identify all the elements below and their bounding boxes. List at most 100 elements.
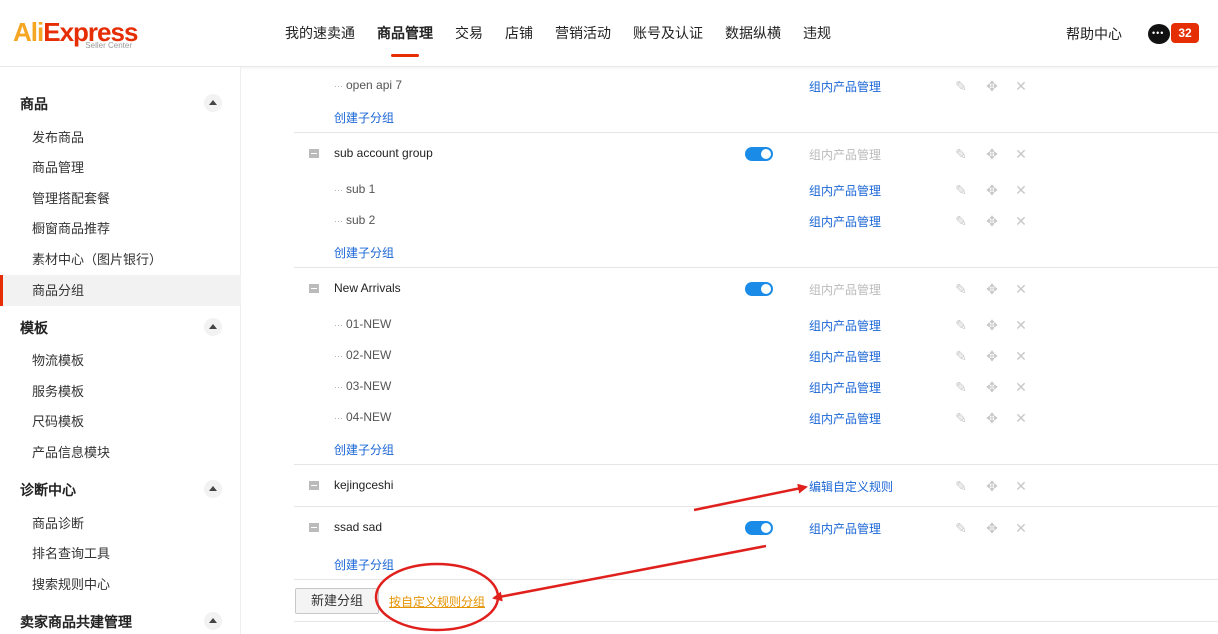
manage-products-link[interactable]: 组内产品管理 [809, 78, 881, 95]
delete-icon[interactable]: ✕ [1013, 213, 1029, 229]
nav-marketing[interactable]: 营销活动 [555, 0, 611, 67]
help-center-link[interactable]: 帮助中心 [1066, 24, 1122, 44]
sidebar-section-products[interactable]: 商品 [20, 94, 48, 114]
edit-icon[interactable]: ✎ [953, 213, 969, 229]
create-subgroup-link[interactable]: 创建子分组 [334, 109, 394, 126]
create-subgroup-link[interactable]: 创建子分组 [334, 556, 394, 573]
subgroup-name: ··· sub 2 [334, 213, 376, 227]
nav-account[interactable]: 账号及认证 [633, 0, 703, 67]
edit-icon[interactable]: ✎ [953, 281, 969, 297]
collapse-icon[interactable] [204, 480, 222, 498]
move-icon[interactable]: ✥ [984, 317, 1000, 333]
sidebar-section-co-building[interactable]: 卖家商品共建管理 [20, 612, 132, 632]
manage-products-link[interactable]: 组内产品管理 [809, 182, 881, 199]
move-icon[interactable]: ✥ [984, 213, 1000, 229]
main-nav: 我的速卖通 商品管理 交易 店铺 营销活动 账号及认证 数据纵横 违规 [274, 0, 842, 67]
manage-products-link[interactable]: 组内产品管理 [809, 410, 881, 427]
move-icon[interactable]: ✥ [984, 78, 1000, 94]
sidebar-section-templates[interactable]: 模板 [20, 318, 48, 338]
subgroup-name: ··· 03-NEW [334, 379, 392, 393]
custom-rule-group-link[interactable]: 按自定义规则分组 [389, 593, 485, 610]
nav-my-aliexpress[interactable]: 我的速卖通 [285, 0, 355, 67]
nav-data[interactable]: 数据纵横 [725, 0, 781, 67]
collapse-group-icon[interactable] [309, 149, 319, 158]
edit-icon[interactable]: ✎ [953, 478, 969, 494]
edit-icon[interactable]: ✎ [953, 146, 969, 162]
sidebar-item-media[interactable]: 素材中心（图片银行） [0, 244, 241, 275]
nav-product-management[interactable]: 商品管理 [377, 0, 433, 67]
manage-products-link[interactable]: 组内产品管理 [809, 520, 881, 537]
edit-icon[interactable]: ✎ [953, 379, 969, 395]
delete-icon[interactable]: ✕ [1013, 317, 1029, 333]
sidebar-item-showcase[interactable]: 橱窗商品推荐 [0, 213, 241, 244]
delete-icon[interactable]: ✕ [1013, 281, 1029, 297]
edit-icon[interactable]: ✎ [953, 317, 969, 333]
manage-products-link[interactable]: 组内产品管理 [809, 317, 881, 334]
move-icon[interactable]: ✥ [984, 146, 1000, 162]
chat-icon[interactable]: ••• [1148, 24, 1170, 44]
sidebar-item-bundles[interactable]: 管理搭配套餐 [0, 183, 241, 214]
move-icon[interactable]: ✥ [984, 348, 1000, 364]
move-icon[interactable]: ✥ [984, 410, 1000, 426]
manage-products-link[interactable]: 组内产品管理 [809, 379, 881, 396]
move-icon[interactable]: ✥ [984, 478, 1000, 494]
collapse-group-icon[interactable] [309, 481, 319, 490]
group-name: sub account group [334, 146, 433, 160]
group-name: kejingceshi [334, 478, 394, 492]
move-icon[interactable]: ✥ [984, 520, 1000, 536]
sidebar-item-manage[interactable]: 商品管理 [0, 152, 241, 183]
move-icon[interactable]: ✥ [984, 379, 1000, 395]
edit-custom-rule-link[interactable]: 编辑自定义规则 [809, 478, 893, 495]
collapse-icon[interactable] [204, 94, 222, 112]
move-icon[interactable]: ✥ [984, 182, 1000, 198]
subgroup-name: ··· 02-NEW [334, 348, 392, 362]
delete-icon[interactable]: ✕ [1013, 478, 1029, 494]
edit-icon[interactable]: ✎ [953, 520, 969, 536]
manage-products-link[interactable]: 组内产品管理 [809, 213, 881, 230]
collapse-icon[interactable] [204, 318, 222, 336]
delete-icon[interactable]: ✕ [1013, 182, 1029, 198]
collapse-group-icon[interactable] [309, 284, 319, 293]
delete-icon[interactable]: ✕ [1013, 379, 1029, 395]
group-name: ssad sad [334, 520, 383, 534]
group-visibility-toggle[interactable] [745, 147, 773, 161]
sidebar-section-diagnosis[interactable]: 诊断中心 [20, 480, 76, 500]
sidebar-item-publish[interactable]: 发布商品 [0, 122, 241, 153]
delete-icon[interactable]: ✕ [1013, 348, 1029, 364]
group-visibility-toggle[interactable] [745, 282, 773, 296]
create-subgroup-link[interactable]: 创建子分组 [334, 441, 394, 458]
group-visibility-toggle[interactable] [745, 521, 773, 535]
nav-violations[interactable]: 违规 [803, 0, 831, 67]
divider [294, 267, 1218, 268]
sidebar-item-service[interactable]: 服务模板 [0, 376, 241, 407]
divider [294, 579, 1218, 580]
sidebar-item-info-module[interactable]: 产品信息模块 [0, 437, 241, 468]
edit-icon[interactable]: ✎ [953, 78, 969, 94]
collapse-group-icon[interactable] [309, 523, 319, 532]
edit-icon[interactable]: ✎ [953, 348, 969, 364]
sidebar-item-search-rules[interactable]: 搜索规则中心 [0, 569, 241, 600]
logo-subtitle: Seller Center [85, 41, 132, 50]
manage-products-link[interactable]: 组内产品管理 [809, 348, 881, 365]
move-icon[interactable]: ✥ [984, 281, 1000, 297]
delete-icon[interactable]: ✕ [1013, 410, 1029, 426]
sidebar-item-groups[interactable]: 商品分组 [0, 275, 241, 306]
subgroup-name: ··· 01-NEW [334, 317, 392, 331]
sidebar-item-logistics[interactable]: 物流模板 [0, 345, 241, 376]
aliexpress-logo[interactable]: AliExpress Seller Center [13, 19, 138, 53]
create-subgroup-link[interactable]: 创建子分组 [334, 244, 394, 261]
divider [294, 464, 1218, 465]
sidebar-item-product-diagnosis[interactable]: 商品诊断 [0, 508, 241, 539]
sidebar-item-size[interactable]: 尺码模板 [0, 406, 241, 437]
edit-icon[interactable]: ✎ [953, 182, 969, 198]
delete-icon[interactable]: ✕ [1013, 520, 1029, 536]
edit-icon[interactable]: ✎ [953, 410, 969, 426]
nav-store[interactable]: 店铺 [505, 0, 533, 67]
sidebar-item-ranking-tool[interactable]: 排名查询工具 [0, 538, 241, 569]
delete-icon[interactable]: ✕ [1013, 146, 1029, 162]
collapse-icon[interactable] [204, 612, 222, 630]
new-group-button[interactable]: 新建分组 [295, 588, 379, 614]
sidebar: 商品 发布商品 商品管理 管理搭配套餐 橱窗商品推荐 素材中心（图片银行） 商品… [0, 67, 241, 634]
nav-trade[interactable]: 交易 [455, 0, 483, 67]
delete-icon[interactable]: ✕ [1013, 78, 1029, 94]
